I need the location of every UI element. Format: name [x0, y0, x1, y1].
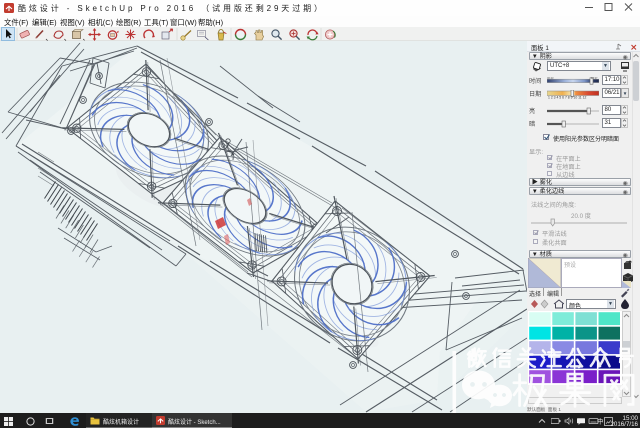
- svg-text:18:37: 18:37: [591, 77, 598, 80]
- svg-text:1 2 3 4 5 6 7 8 9 10 11 12: 1 2 3 4 5 6 7 8 9 10 11 12: [548, 96, 587, 99]
- svg-text:06:43: 06:43: [547, 77, 554, 80]
